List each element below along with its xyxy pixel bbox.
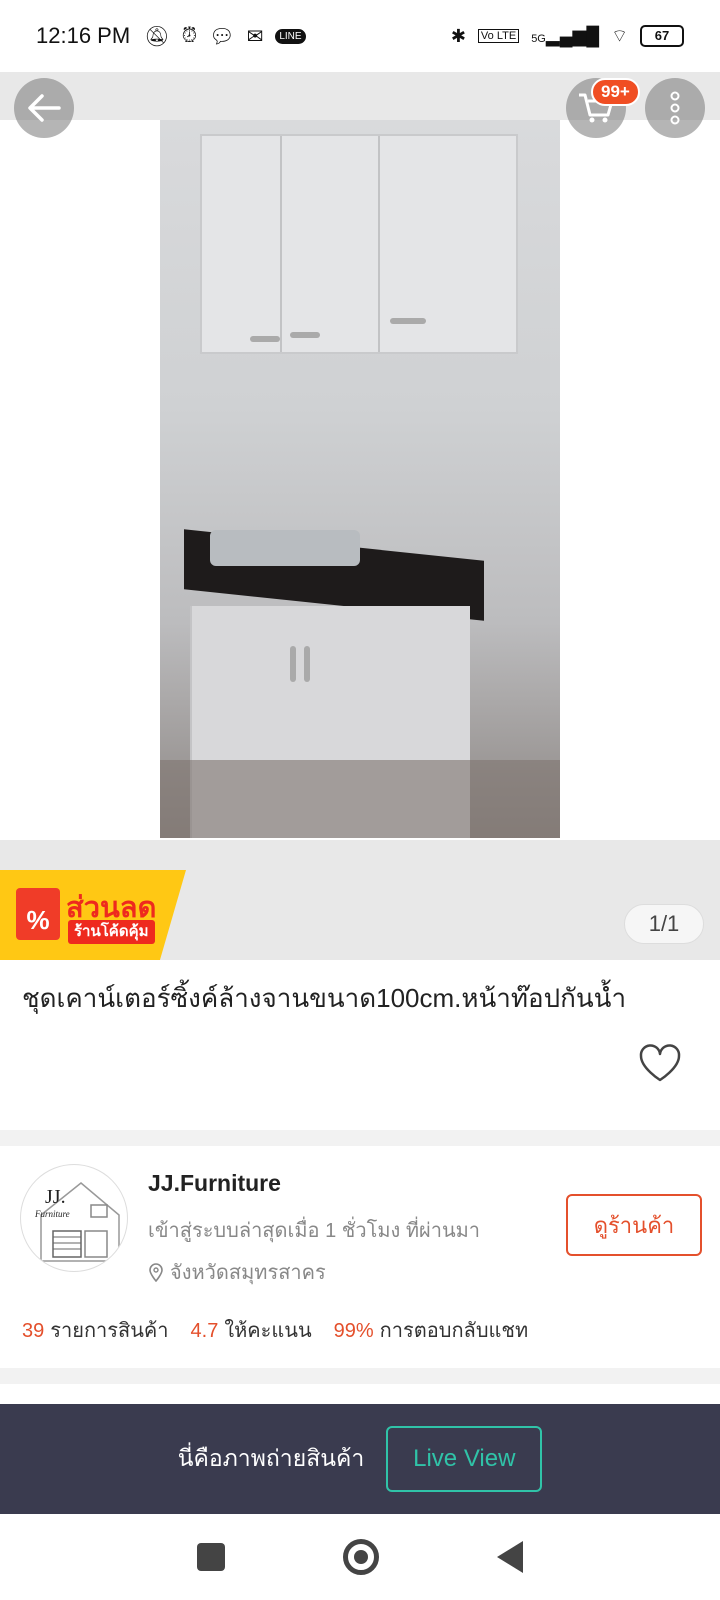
- status-bar: 12:16 PM 🔕︎ ⏰︎ 💬︎ ✉︎ LINE ✱ Vo LTE 5G▂▄▆…: [0, 0, 720, 72]
- store-location-text: จังหวัดสมุทรสาคร: [170, 1262, 326, 1284]
- store-logo-subtext: Furniture: [34, 1209, 70, 1219]
- view-store-button[interactable]: ดูร้านค้า: [566, 1194, 702, 1256]
- stat-label: รายการสินค้า: [50, 1320, 169, 1342]
- stat-chat-response: 99% การตอบกลับแชท: [334, 1314, 529, 1346]
- floor-shape: [160, 760, 560, 838]
- live-view-button[interactable]: Live View: [386, 1426, 543, 1492]
- store-name[interactable]: JJ.Furniture: [148, 1170, 281, 1197]
- app-icon: ✉︎: [246, 25, 264, 48]
- system-icons: ✱ Vo LTE 5G▂▄▆█ ⌔ 67: [451, 25, 684, 48]
- stat-label: การตอบกลับแชท: [379, 1320, 529, 1342]
- stat-value: 39: [22, 1320, 45, 1342]
- battery-icon: 67: [640, 25, 684, 47]
- store-location: จังหวัดสมุทรสาคร: [148, 1256, 326, 1288]
- section-divider: [0, 1130, 720, 1146]
- store-logo-house-icon: JJ. Furniture: [34, 1182, 120, 1262]
- banner-text: นี่คือภาพถ่ายสินค้า: [177, 1445, 365, 1471]
- discount-shop-icon: %: [16, 888, 60, 940]
- arrow-left-icon: [28, 94, 61, 122]
- notification-icons: 🔕︎ ⏰︎ 💬︎ ✉︎ LINE: [144, 24, 306, 49]
- volte-icon: Vo LTE: [477, 29, 520, 43]
- system-nav-bar: [0, 1514, 720, 1600]
- stat-rating: 4.7 ให้คะแนน: [191, 1314, 312, 1346]
- wall-cabinet-shape: [200, 134, 518, 354]
- home-button[interactable]: [343, 1539, 379, 1575]
- nav-back-button[interactable]: [497, 1541, 523, 1573]
- more-button[interactable]: [645, 78, 705, 138]
- recents-button[interactable]: [197, 1543, 225, 1571]
- product-gallery[interactable]: [0, 72, 720, 840]
- store-logo-text: JJ.: [45, 1186, 66, 1208]
- mute-icon: 🔕︎: [144, 25, 170, 48]
- location-pin-icon: [149, 1263, 163, 1282]
- status-time: 12:16 PM: [36, 23, 131, 48]
- stat-value: 4.7: [190, 1320, 219, 1342]
- back-button[interactable]: [14, 78, 74, 138]
- network-type: 5G: [531, 32, 546, 45]
- sink-shape: [210, 530, 360, 566]
- product-photo[interactable]: [160, 120, 560, 838]
- line-icon: LINE: [275, 28, 306, 44]
- favorite-heart-icon[interactable]: [638, 1043, 682, 1083]
- product-title: ชุดเคาน์เตอร์ซิ้งค์ล้างจานขนาด100cm.หน้า…: [22, 983, 627, 1013]
- store-logo[interactable]: JJ. Furniture: [20, 1164, 128, 1272]
- cart-count-badge: 99+: [591, 78, 640, 106]
- stat-products: 39 รายการสินค้า: [22, 1314, 169, 1346]
- section-divider: [0, 1368, 720, 1384]
- store-stats: 39 รายการสินค้า 4.7 ให้คะแนน 99% การตอบกลับ…: [22, 1314, 528, 1346]
- live-view-banner: นี่คือภาพถ่ายสินค้า Live View: [0, 1404, 720, 1514]
- more-vertical-icon: [670, 91, 680, 125]
- discount-subtitle: ร้านโค้ดคุ้ม: [68, 920, 155, 944]
- image-counter: 1/1: [624, 904, 704, 944]
- home-dot-icon: [354, 1550, 368, 1564]
- alarm-icon: ⏰︎: [181, 24, 198, 47]
- bluetooth-icon: ✱: [450, 25, 466, 46]
- stat-value: 99%: [333, 1320, 374, 1342]
- signal-icon: 5G▂▄▆█: [531, 25, 600, 46]
- wifi-icon: ⌔: [611, 25, 628, 46]
- stat-label: ให้คะแนน: [224, 1320, 312, 1342]
- chat-icon: 💬︎: [209, 25, 235, 48]
- store-last-login: เข้าสู่ระบบล่าสุดเมื่อ 1 ชั่วโมง ที่ผ่าน…: [148, 1220, 481, 1242]
